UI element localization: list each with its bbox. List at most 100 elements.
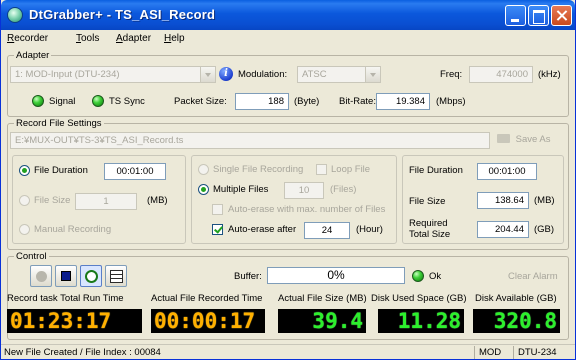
auto-erase-hours-unit: (Hour) <box>356 224 383 235</box>
auto-erase-max-checkbox[interactable] <box>212 204 223 215</box>
menu-bar: Recorder Tools Adapter Help <box>1 30 575 48</box>
app-icon <box>7 7 23 23</box>
packet-size-unit: (Byte) <box>294 96 320 107</box>
manual-recording-label: Manual Recording <box>34 224 112 235</box>
alarm-status-led-icon <box>412 270 424 282</box>
save-as-button[interactable]: Save As <box>497 134 551 145</box>
control-group-label: Control <box>14 251 49 262</box>
disk-available-display: 320.8 <box>473 309 560 333</box>
chevron-down-icon[interactable] <box>365 67 380 82</box>
record-button[interactable] <box>30 265 52 287</box>
bitrate-unit: (Mbps) <box>436 96 466 107</box>
ts-sync-label: TS Sync <box>109 96 145 107</box>
info-icon[interactable]: i <box>219 67 233 81</box>
menu-help[interactable]: Help <box>164 33 185 44</box>
single-file-radio[interactable] <box>198 164 209 175</box>
loop-file-label: Loop File <box>331 164 371 175</box>
menu-tools[interactable]: Tools <box>76 33 99 44</box>
summary-size-label: File Size <box>409 196 446 207</box>
clock-icon <box>85 270 98 283</box>
status-message: New File Created / File Index : 00084 <box>4 347 161 358</box>
required-total-label-line1: Required <box>409 218 448 229</box>
adapter-group-label: Adapter <box>14 50 52 61</box>
control-group: Control Buffer: 0% Ok Clear Alarm Record… <box>7 251 569 340</box>
size-summary-panel: File Duration 00:01:00 File Size 138.64 … <box>402 155 564 244</box>
packet-size-label: Packet Size: <box>174 96 227 107</box>
freq-unit: (kHz) <box>538 69 561 80</box>
auto-erase-after-checkbox[interactable] <box>212 224 223 235</box>
status-bar: New File Created / File Index : 00084 MO… <box>1 344 575 359</box>
stop-button[interactable] <box>55 265 77 287</box>
menu-adapter[interactable]: Adapter <box>116 33 151 44</box>
modulation-label: Modulation: <box>238 69 288 80</box>
buffer-meter: 0% <box>267 267 405 284</box>
loop-file-checkbox[interactable] <box>316 164 327 175</box>
record-path-field[interactable]: E:¥MUX-OUT¥TS-3¥TS_ASI_Record.ts <box>10 132 490 149</box>
minimize-button[interactable] <box>505 5 526 26</box>
adapter-group: Adapter 1: MOD-Input (DTU-234) i Modulat… <box>7 50 569 117</box>
file-duration-label: File Duration <box>34 165 88 176</box>
summary-duration-field: 00:01:00 <box>477 163 537 180</box>
record-icon <box>36 271 47 282</box>
file-size-label: File Size <box>34 195 71 206</box>
clear-alarm-button[interactable]: Clear Alarm <box>508 271 558 282</box>
status-device: DTU-234 <box>513 346 573 359</box>
multiple-files-radio[interactable] <box>198 184 209 195</box>
signal-label: Signal <box>49 96 76 107</box>
files-count-field[interactable]: 10 <box>284 182 324 199</box>
close-button[interactable] <box>551 5 572 26</box>
actual-file-size-display: 39.4 <box>278 309 366 333</box>
schedule-button[interactable] <box>80 265 102 287</box>
file-duration-radio[interactable] <box>19 165 30 176</box>
bitrate-label: Bit-Rate: <box>339 96 376 107</box>
auto-erase-after-label: Auto-erase after <box>228 224 297 235</box>
menu-recorder[interactable]: Recorder <box>7 33 48 44</box>
multiple-files-label: Multiple Files <box>213 184 269 195</box>
buffer-value: 0% <box>327 268 345 282</box>
save-as-label: Save As <box>515 134 551 145</box>
auto-erase-hours-field[interactable]: 24 <box>304 222 350 239</box>
maximize-button[interactable] <box>528 5 549 26</box>
record-mode-panel: File Duration 00:01:00 File Size 1 (MB) … <box>12 155 186 244</box>
status-mode: MOD <box>474 346 512 359</box>
required-total-field: 204.44 <box>477 221 529 238</box>
manual-recording-radio[interactable] <box>19 224 30 235</box>
single-file-label: Single File Recording <box>213 164 304 175</box>
file-size-radio[interactable] <box>19 195 30 206</box>
buffer-label: Buffer: <box>234 271 262 282</box>
bitrate-field[interactable]: 19.384 <box>376 93 430 110</box>
disk-available-label: Disk Available (GB) <box>475 293 557 304</box>
total-run-time-label: Record task Total Run Time <box>7 293 124 304</box>
disk-used-label: Disk Used Space (GB) <box>371 293 467 304</box>
summary-size-field: 138.64 <box>477 192 529 209</box>
files-unit: (Files) <box>330 184 357 195</box>
summary-duration-label: File Duration <box>409 165 463 176</box>
packet-size-field[interactable]: 188 <box>235 93 289 110</box>
modulation-select[interactable]: ATSC <box>297 66 381 83</box>
file-size-unit: (MB) <box>147 195 168 206</box>
multi-file-panel: Single File Recording Loop File Multiple… <box>191 155 397 244</box>
file-size-field[interactable]: 1 <box>75 193 137 210</box>
file-duration-field[interactable]: 00:01:00 <box>104 163 166 180</box>
freq-field[interactable]: 474000 <box>469 66 533 83</box>
file-recorded-time-label: Actual File Recorded Time <box>151 293 263 304</box>
freq-label: Freq: <box>440 69 463 80</box>
required-total-label-line2: Total Size <box>409 229 451 240</box>
folder-icon <box>497 134 510 143</box>
adapter-device-select[interactable]: 1: MOD-Input (DTU-234) <box>10 66 216 83</box>
stop-icon <box>61 271 71 281</box>
ts-sync-led-icon <box>92 95 104 107</box>
split-view-button[interactable] <box>105 265 127 287</box>
actual-file-size-label: Actual File Size (MB) <box>278 293 367 304</box>
summary-size-unit: (MB) <box>534 195 555 206</box>
grid-icon <box>110 270 123 283</box>
app-window: DtGrabber+ - TS_ASI_Record Recorder Tool… <box>0 0 576 360</box>
chevron-down-icon[interactable] <box>200 67 215 82</box>
record-file-group-label: Record File Settings <box>14 118 104 129</box>
modulation-value: ATSC <box>302 69 327 80</box>
alarm-status-label: Ok <box>429 271 442 282</box>
file-recorded-time-display: 00:00:17 <box>151 309 265 333</box>
window-title: DtGrabber+ - TS_ASI_Record <box>29 7 216 22</box>
record-file-group: Record File Settings E:¥MUX-OUT¥TS-3¥TS_… <box>7 118 569 250</box>
title-bar[interactable]: DtGrabber+ - TS_ASI_Record <box>1 0 575 30</box>
